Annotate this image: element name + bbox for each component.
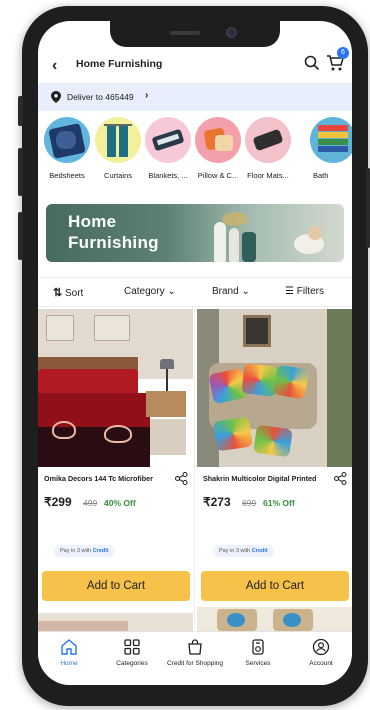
vase-decor — [308, 226, 322, 240]
brand-dropdown[interactable]: Brand ⌄ — [212, 286, 250, 297]
add-to-cart-button[interactable]: Add to Cart — [201, 571, 349, 601]
nav-label: Home — [60, 660, 78, 667]
home-furnishing-banner[interactable]: Home Furnishing — [46, 204, 344, 262]
sort-label: Sort — [65, 288, 84, 299]
location-pin-icon — [51, 91, 61, 103]
shopping-bag-icon — [188, 639, 202, 655]
product-card[interactable]: Omika Decors 144 Tc Microfiber ₹299 499 … — [38, 309, 193, 631]
pay-in-text: Pay in 3 with — [219, 548, 251, 554]
vase-decor — [229, 228, 239, 262]
pay-in-3-badge: Pay in 3 with Credit — [54, 545, 115, 557]
nav-label: Account — [309, 660, 333, 667]
credit-brand: Credit — [92, 548, 109, 554]
bottom-navigation: Home Categories Credit for Shopping Serv… — [38, 631, 352, 685]
product-price: ₹273 — [203, 495, 231, 509]
product-image-bedsheet[interactable] — [38, 309, 193, 467]
chevron-right-icon: › — [145, 90, 149, 101]
filters-label: Filters — [296, 286, 324, 297]
share-icon[interactable] — [175, 472, 188, 485]
cart-count-badge: 6 — [337, 47, 349, 59]
category-label: Bath — [313, 171, 329, 180]
back-arrow-icon[interactable]: ‹ — [52, 57, 57, 75]
delivery-location-bar[interactable]: Deliver to 465449 › — [38, 83, 352, 111]
phone-power-button — [366, 168, 370, 248]
nav-item-categories[interactable]: Categories — [101, 638, 163, 667]
bath-thumbnail — [310, 117, 352, 163]
vase-decor — [242, 232, 256, 262]
grid-icon — [124, 639, 140, 655]
nav-item-credit-for-shopping[interactable]: Credit for Shopping — [164, 638, 226, 667]
chevron-down-icon: ⌄ — [241, 286, 250, 297]
filters-button[interactable]: ☰ Filters — [285, 286, 324, 297]
nav-label: Credit for Shopping — [166, 660, 223, 667]
chevron-down-icon: ⌄ — [167, 286, 176, 297]
phone-side-button — [18, 148, 23, 196]
discount-label: 40% Off — [104, 498, 136, 508]
sort-button[interactable]: ⇅ Sort — [53, 286, 83, 299]
pay-in-text: Pay in 3 with — [60, 548, 92, 554]
app-header: ‹ Home Furnishing 6 — [38, 47, 352, 81]
product-price: ₹299 — [44, 495, 72, 509]
share-icon[interactable] — [334, 472, 347, 485]
stage: ‹ Home Furnishing 6 Deliver to 465449 › … — [0, 0, 370, 710]
discount-label: 61% Off — [263, 498, 295, 508]
nav-item-services[interactable]: Services — [227, 638, 289, 667]
add-to-cart-button[interactable]: Add to Cart — [42, 571, 190, 601]
category-filter-label: Category — [124, 286, 165, 297]
delivery-text: Deliver to 465449 — [67, 92, 134, 102]
nav-item-account[interactable]: Account — [290, 638, 352, 667]
search-icon[interactable] — [304, 55, 320, 71]
dried-flowers-decor — [222, 212, 248, 226]
product-mrp: 699 — [242, 498, 257, 508]
product-name: Shakrin Multicolor Digital Printed — [203, 474, 317, 483]
credit-brand: Credit — [251, 548, 268, 554]
category-item-bath[interactable]: Bath — [288, 117, 352, 180]
pillows-thumbnail — [195, 117, 241, 163]
banner-title-line2: Furnishing — [68, 233, 159, 252]
product-image-cushion-covers[interactable] — [197, 309, 352, 467]
brand-filter-label: Brand — [212, 286, 239, 297]
app-screen: ‹ Home Furnishing 6 Deliver to 465449 › … — [38, 21, 352, 685]
curtains-thumbnail — [95, 117, 141, 163]
product-card[interactable]: Shakrin Multicolor Digital Printed ₹273 … — [197, 309, 352, 631]
product-name: Omika Decors 144 Tc Microfiber — [44, 474, 153, 483]
category-dropdown[interactable]: Category ⌄ — [124, 286, 176, 297]
floor-mats-thumbnail — [245, 117, 291, 163]
phone-side-button — [18, 212, 23, 260]
next-product-image-peek[interactable] — [197, 607, 352, 631]
category-carousel: Bedsheets Curtains Blankets, ... Pillow … — [38, 117, 352, 187]
banner-title-line1: Home — [68, 212, 117, 231]
nav-label: Categories — [116, 660, 148, 667]
bedsheets-thumbnail — [44, 117, 90, 163]
next-product-image-peek[interactable] — [38, 607, 193, 631]
pay-in-3-badge: Pay in 3 with Credit — [213, 545, 274, 557]
phone-notch — [110, 21, 280, 47]
home-icon — [61, 639, 77, 655]
page-title: Home Furnishing — [76, 58, 163, 70]
product-grid: Omika Decors 144 Tc Microfiber ₹299 499 … — [38, 309, 352, 631]
filter-lines-icon: ☰ — [285, 286, 294, 297]
account-icon — [312, 638, 330, 656]
vase-decor — [214, 222, 226, 262]
blankets-thumbnail — [145, 117, 191, 163]
phone-side-button — [18, 96, 23, 126]
grid-divider — [194, 309, 195, 629]
services-icon — [252, 639, 264, 655]
product-mrp: 499 — [83, 498, 98, 508]
nav-label: Services — [245, 660, 271, 667]
nav-item-home[interactable]: Home — [38, 638, 100, 667]
filter-bar: ⇅ Sort Category ⌄ Brand ⌄ ☰ Filters — [38, 277, 352, 307]
